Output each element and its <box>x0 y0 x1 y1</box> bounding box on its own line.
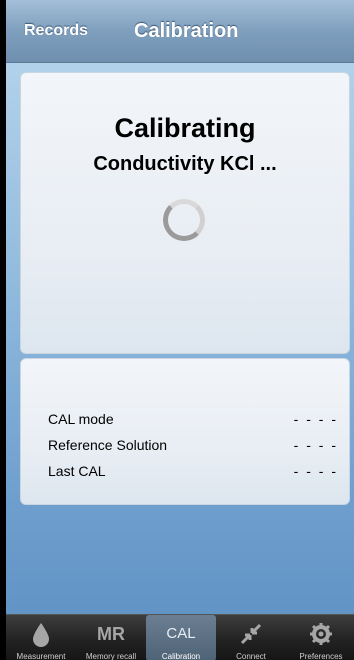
tab-preferences[interactable]: Preferences <box>286 615 354 660</box>
cal-mode-value: - - - - <box>293 411 338 427</box>
tab-memory-recall[interactable]: MR Memory recall <box>76 615 146 660</box>
drop-icon <box>6 621 76 647</box>
reference-solution-label: Reference Solution <box>48 437 168 453</box>
tab-preferences-label: Preferences <box>299 652 343 660</box>
reference-solution-value: - - - - <box>293 437 338 453</box>
last-cal-label: Last CAL <box>48 463 106 479</box>
calibration-screen: Records Calibration Calibrating Conducti… <box>6 0 354 660</box>
page-title: Calibration <box>134 20 239 42</box>
navigation-bar: Records Calibration <box>6 0 354 63</box>
calibration-icon: CAL <box>166 625 196 642</box>
calibration-info-panel: CAL mode - - - - Reference Solution - - … <box>20 358 350 505</box>
tab-bar: Measurement MR Memory recall CAL Calibra… <box>6 614 354 660</box>
tab-measurement-label: Measurement <box>16 652 66 660</box>
loading-spinner-icon <box>163 199 205 241</box>
tab-calibration[interactable]: CAL Calibration <box>146 615 216 660</box>
last-cal-row: Last CAL - - - - <box>48 463 338 481</box>
cal-mode-label: CAL mode <box>48 411 114 427</box>
tab-calibration-label: Calibration <box>161 652 201 660</box>
cal-mode-row: CAL mode - - - - <box>48 411 338 429</box>
connect-arrows-icon <box>216 621 286 647</box>
calibrating-heading: Calibrating <box>114 113 256 143</box>
gear-icon <box>286 621 354 647</box>
reference-solution-row: Reference Solution - - - - <box>48 437 338 455</box>
memory-recall-icon: MR <box>97 624 125 644</box>
tab-connect-label: Connect <box>236 652 266 660</box>
last-cal-value: - - - - <box>293 463 338 479</box>
tab-connect[interactable]: Connect <box>216 615 286 660</box>
calibration-status-panel: Calibrating Conductivity KCl ... <box>20 72 350 354</box>
tab-measurement[interactable]: Measurement <box>6 615 76 660</box>
tab-memory-recall-label: Memory recall <box>85 652 137 660</box>
calibration-standard-label: Conductivity KCl ... <box>93 153 277 175</box>
records-back-button[interactable]: Records <box>24 22 88 40</box>
